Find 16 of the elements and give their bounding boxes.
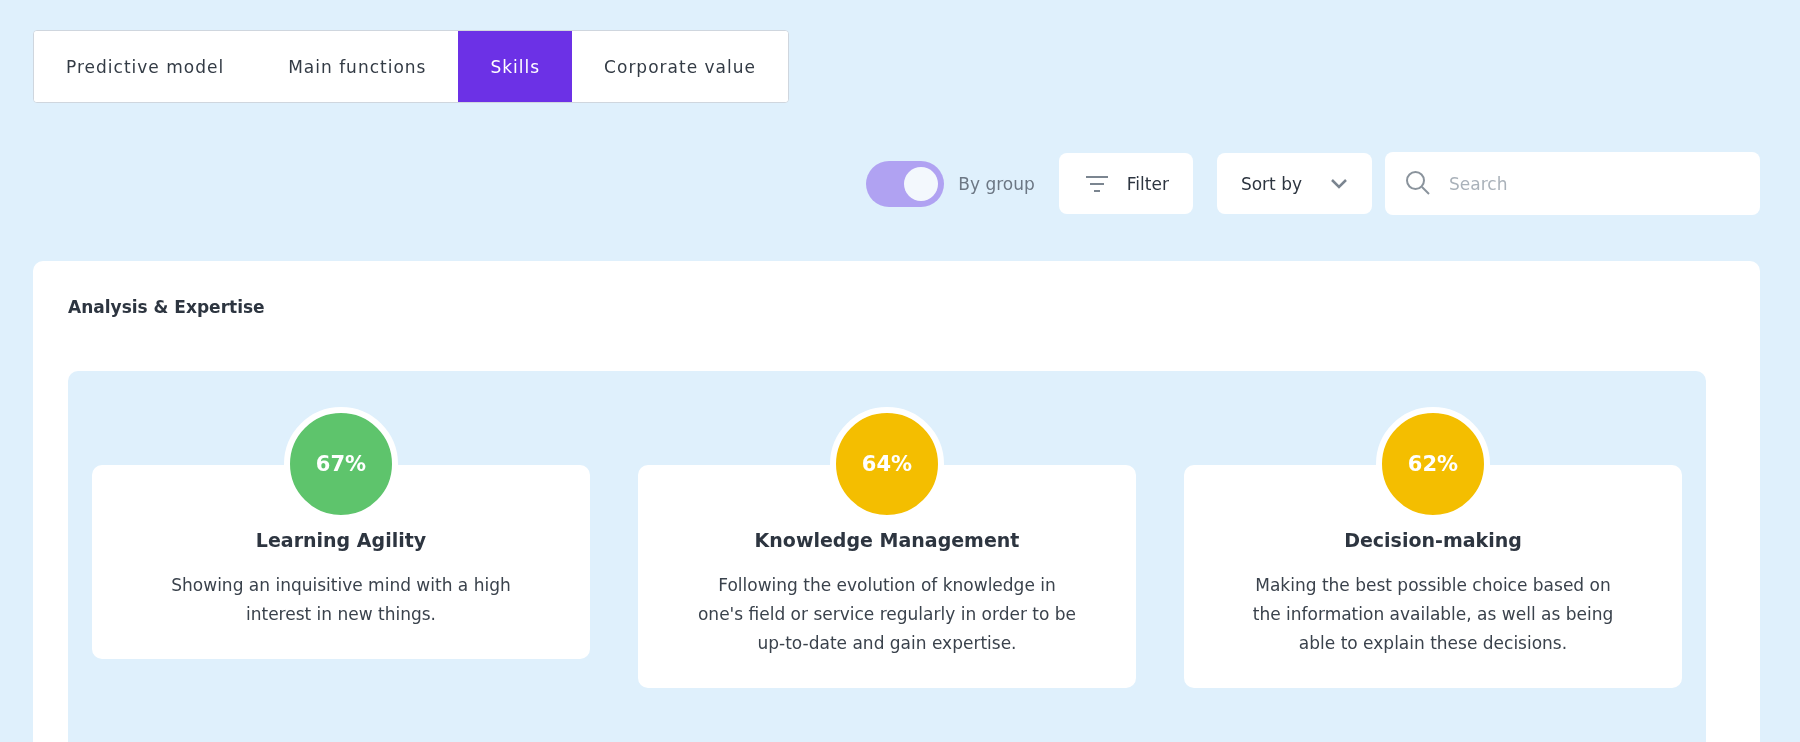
skill-description: Following the evolution of knowledge in one's field or service regularly in order to be up-to-date and gain expertise.: [697, 574, 1077, 655]
skill-name: Decision-making: [1343, 529, 1523, 551]
tab[interactable]: Skills: [458, 31, 573, 102]
skill-name: Learning Agility: [254, 529, 428, 551]
search-field[interactable]: Search: [1385, 152, 1760, 215]
sort-dropdown[interactable]: Sort by: [1216, 153, 1372, 214]
skill-description: Making the best possible choice based on the information available, as well as being able to explain these decisions.: [1251, 574, 1615, 655]
filter-icon: [1084, 174, 1109, 193]
toggle-label: By group: [958, 173, 1035, 194]
group-title: Analysis & Expertise: [68, 297, 266, 317]
filter-button[interactable]: Filter: [1058, 153, 1193, 214]
chevron-down-icon: [1330, 178, 1348, 189]
search-icon: [1405, 170, 1431, 196]
toggle-switch[interactable]: [866, 160, 945, 207]
skill-name: Knowledge Management: [753, 529, 1021, 551]
skill-description: Showing an inquisitive mind with a high interest in new things.: [170, 574, 512, 626]
